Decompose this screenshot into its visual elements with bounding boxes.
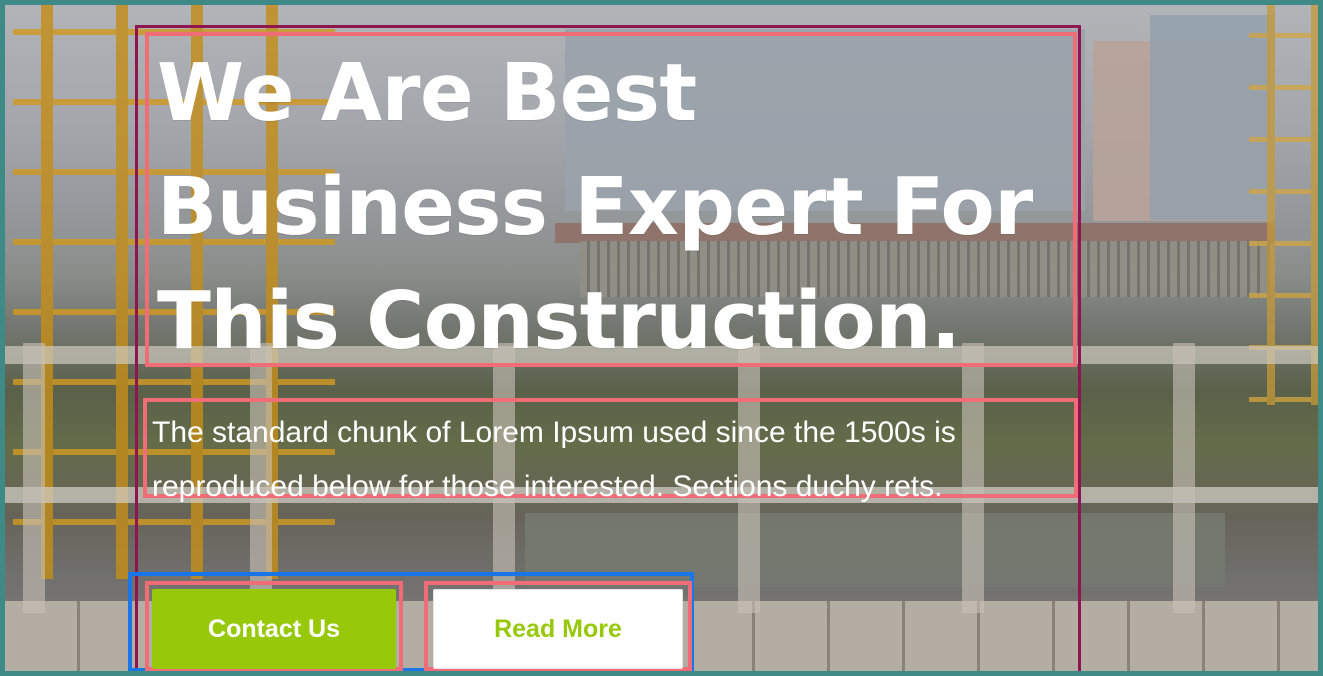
hero-button-group: Contact Us Read More [128,572,694,671]
read-more-button[interactable]: Read More [433,589,683,669]
hero-description: The standard chunk of Lorem Ipsum used s… [152,416,956,503]
read-more-button-wrapper: Read More [424,581,692,671]
contact-button-wrapper: Contact Us [145,581,403,671]
hero-section: We Are Best Business Expert For This Con… [0,0,1323,676]
background-building-image [1093,41,1271,221]
hero-headline: We Are Best Business Expert For This Con… [157,47,1033,367]
background-building-image [1150,15,1275,220]
background-scaffold-image [1249,5,1318,405]
hero-description-container: The standard chunk of Lorem Ipsum used s… [143,398,1078,503]
background-fence-post [23,343,45,613]
contact-us-button[interactable]: Contact Us [152,589,396,669]
hero-headline-container: We Are Best Business Expert For This Con… [145,32,1077,367]
background-fence-post [1173,343,1195,613]
